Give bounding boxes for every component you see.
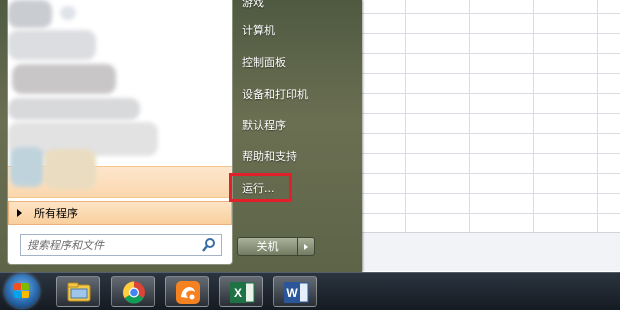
- control-panel-item[interactable]: 控制面板: [242, 54, 286, 70]
- obscured-program-item[interactable]: [8, 30, 96, 60]
- triangle-right-icon: [17, 209, 22, 217]
- taskbar-word-button[interactable]: W: [273, 276, 317, 307]
- obscured-program-item[interactable]: [8, 98, 140, 120]
- devices-printers-item[interactable]: 设备和打印机: [242, 86, 308, 102]
- taskbar-chrome-button[interactable]: [111, 276, 155, 307]
- windows-logo-icon: [14, 283, 30, 299]
- taskbar-excel-button[interactable]: X: [219, 276, 263, 307]
- shutdown-button[interactable]: 关机: [237, 237, 298, 256]
- all-programs-button[interactable]: 所有程序: [8, 201, 232, 225]
- taskbar: X W: [0, 272, 620, 310]
- pinned-programs-pane: 所有程序: [7, 0, 233, 265]
- taskbar-explorer-button[interactable]: [56, 276, 100, 307]
- search-input[interactable]: [21, 237, 201, 253]
- help-support-item[interactable]: 帮助和支持: [242, 148, 297, 164]
- default-programs-item[interactable]: 默认程序: [242, 117, 286, 133]
- obscured-program-icon: [10, 147, 44, 187]
- start-menu: 所有程序 游戏 计算机 控制面板 设备和打印机 默认程序 帮助和支持 运行...…: [0, 0, 362, 272]
- excel-letter: X: [234, 286, 242, 300]
- games-item[interactable]: 游戏: [242, 0, 264, 10]
- uc-browser-icon: [176, 281, 200, 304]
- obscured-program-icon[interactable]: [8, 0, 52, 28]
- search-box[interactable]: [20, 234, 222, 256]
- taskbar-uc-browser-button[interactable]: [165, 276, 209, 307]
- obscured-program-label: [44, 149, 96, 189]
- obscured-program-item[interactable]: [12, 64, 116, 94]
- run-highlight-box: [229, 173, 292, 202]
- shutdown-options-button[interactable]: [298, 237, 315, 256]
- arrow-right-icon: [304, 243, 308, 250]
- spreadsheet-status-area: [362, 232, 620, 271]
- word-letter: W: [286, 286, 298, 300]
- obscured-program-label: [60, 6, 76, 20]
- chrome-icon: [123, 281, 145, 304]
- all-programs-label: 所有程序: [34, 207, 78, 220]
- highlighted-program-item[interactable]: [8, 147, 232, 198]
- start-button[interactable]: [5, 274, 39, 308]
- computer-item[interactable]: 计算机: [242, 22, 275, 38]
- windows-explorer-icon: [67, 282, 91, 302]
- spreadsheet-grid[interactable]: [362, 0, 620, 250]
- excel-icon: X: [230, 282, 255, 303]
- word-icon: W: [284, 282, 309, 303]
- search-icon[interactable]: [201, 237, 217, 253]
